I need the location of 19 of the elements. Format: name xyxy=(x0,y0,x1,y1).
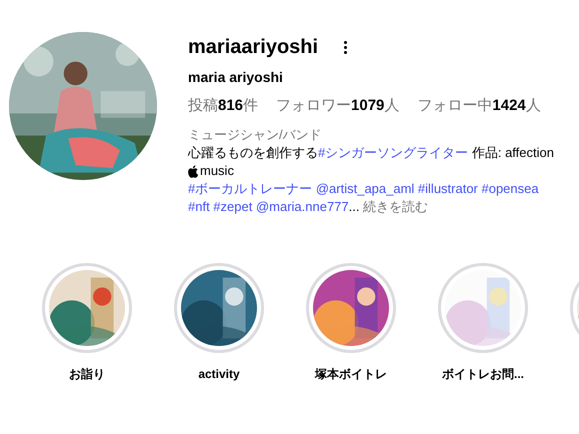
username: mariaariyoshi xyxy=(188,35,318,60)
apple-icon xyxy=(188,164,199,178)
highlight-label[interactable]: お詣り xyxy=(69,365,105,383)
category-text: ミュージシャン/バンド xyxy=(188,126,323,144)
hashtag-link[interactable]: #シンガーソングライター xyxy=(318,144,468,162)
highlight-label[interactable]: 塚本ボイトレ xyxy=(315,365,387,383)
bio-text: 心躍るものを創作する xyxy=(188,144,318,162)
bio-text: 作品: affection xyxy=(470,144,554,162)
highlight-label[interactable]: ボイトレお問... xyxy=(442,365,524,383)
bio-text: ... xyxy=(348,198,360,216)
bio-text: music xyxy=(200,162,234,180)
highlight-label[interactable]: activity xyxy=(198,365,240,383)
hashtag-link[interactable]: #ボーカルトレーナー @artist_apa_aml #illustrator #opensea xyxy=(188,180,539,198)
stat-text[interactable]: 投稿816件 xyxy=(188,96,258,116)
stat-text[interactable]: フォロー中1424人 xyxy=(417,96,541,116)
stat-text[interactable]: フォロワー1079人 xyxy=(276,96,400,116)
display-name: maria ariyoshi xyxy=(188,68,284,86)
hashtag-link[interactable]: #nft #zepet @maria.nne777 xyxy=(188,198,349,216)
read-more-link[interactable]: 続きを読む xyxy=(359,198,428,216)
